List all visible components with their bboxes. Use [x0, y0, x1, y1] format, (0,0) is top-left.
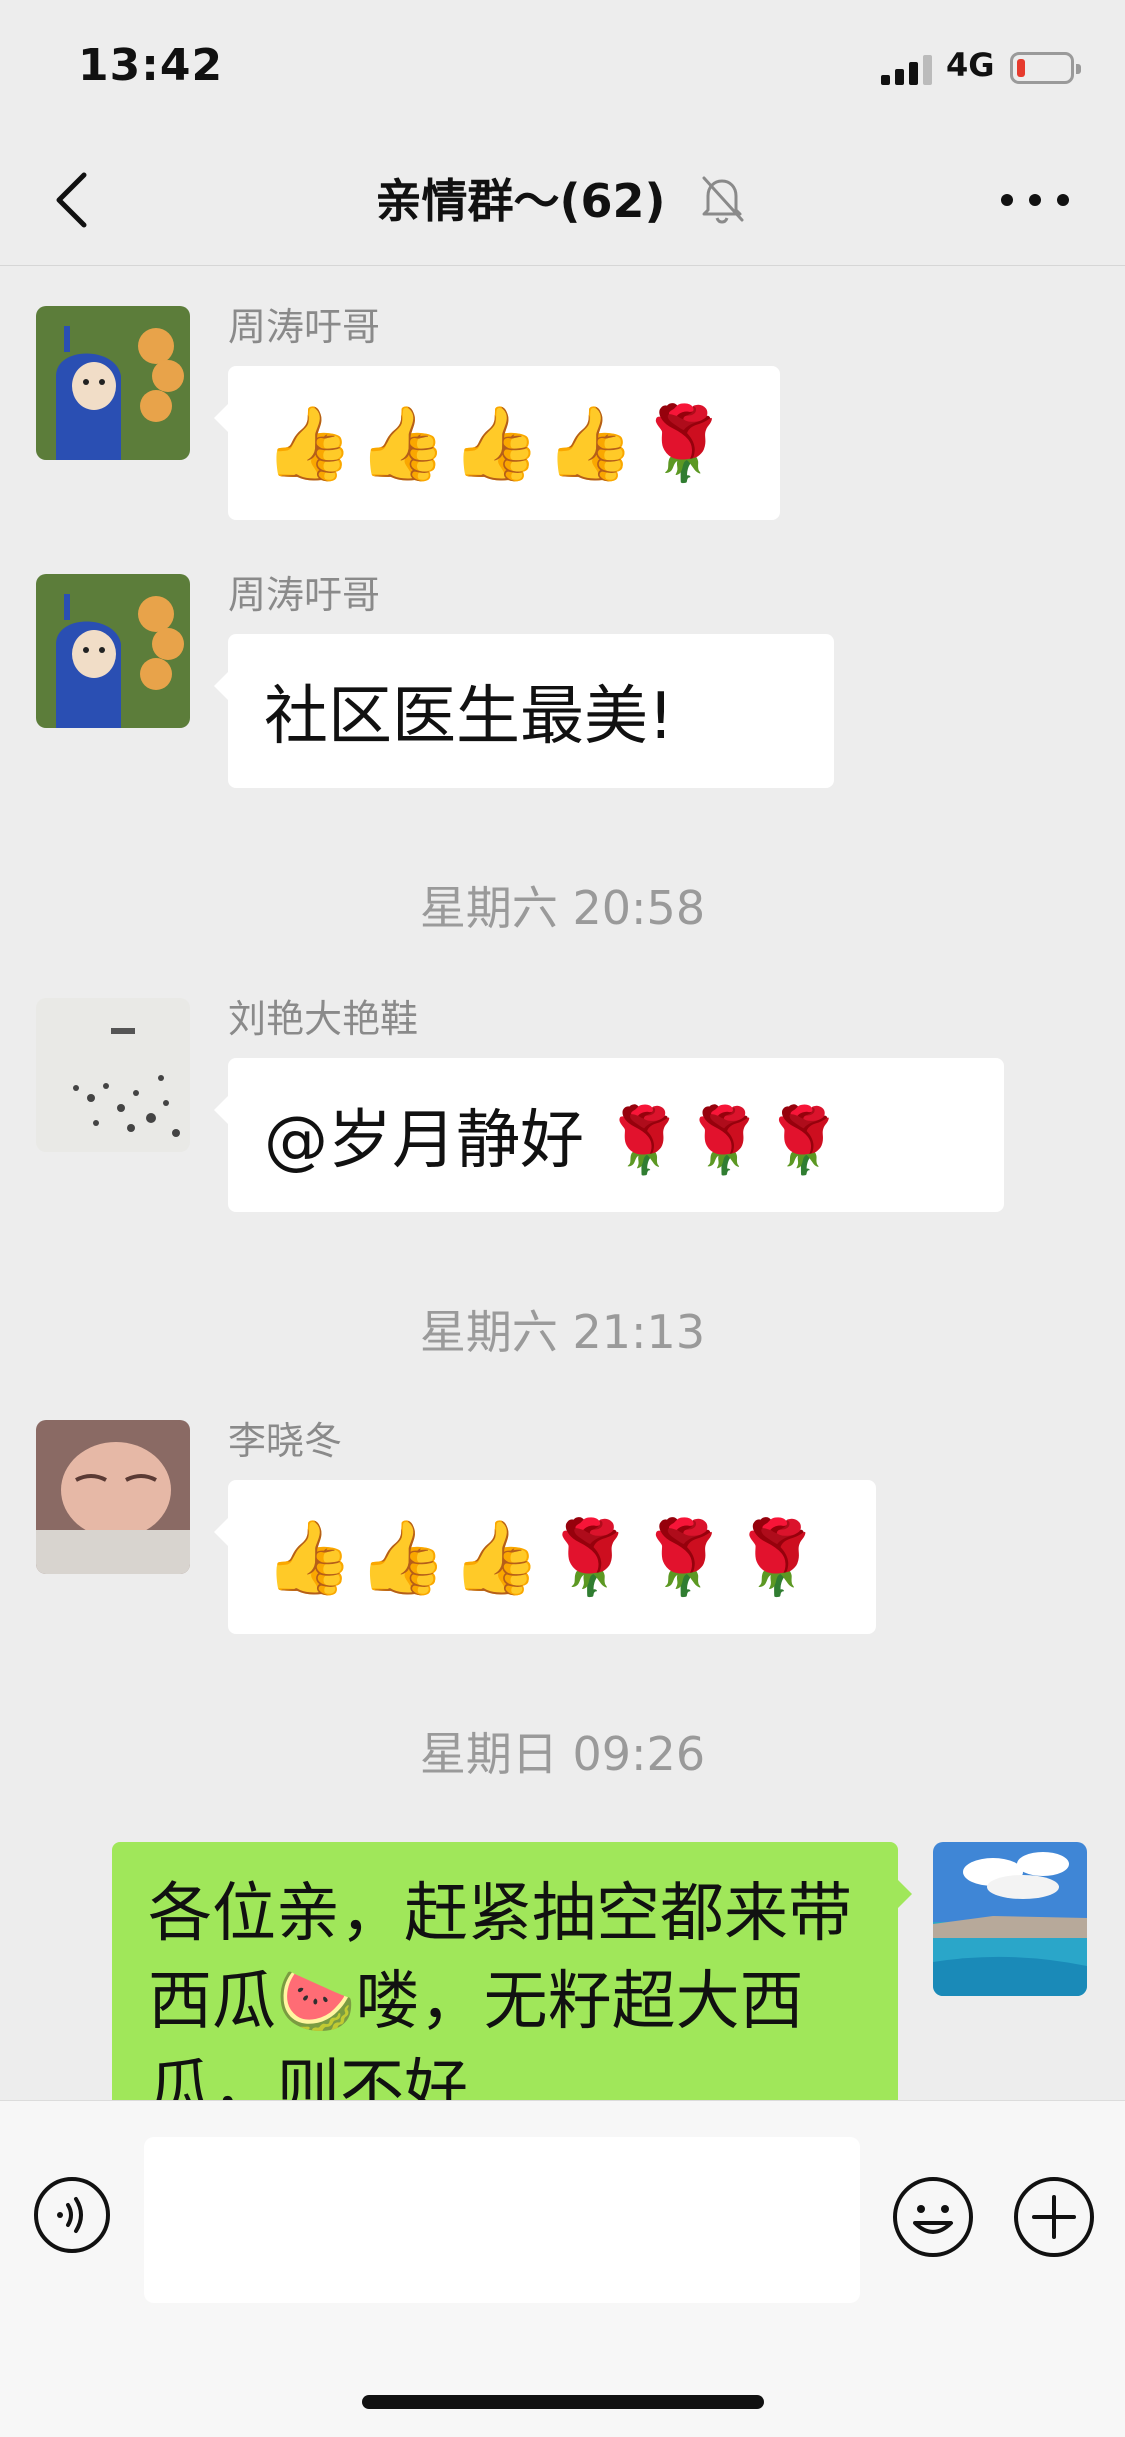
- timestamp: 星期六 20:58: [419, 881, 706, 935]
- chat-title-text: 亲情群～(62): [375, 174, 666, 228]
- input-bar: [0, 2100, 1125, 2437]
- avatar-sketch-image: [36, 998, 190, 1152]
- avatar-seaside-image: [933, 1842, 1087, 1996]
- avatar[interactable]: [36, 1420, 190, 1574]
- sender-name: 刘艳大艳鞋: [228, 997, 419, 1041]
- message-bubble[interactable]: 👍👍👍🌹🌹🌹: [214, 1480, 876, 1634]
- message-text: 👍👍👍🌹🌹🌹: [264, 1514, 826, 1599]
- chat-area[interactable]: 周涛吁哥 👍👍👍👍🌹 周涛吁哥 社区医生最美! 星期六 20:58 刘艳大艳鞋 …: [0, 266, 1125, 2100]
- voice-icon[interactable]: [32, 2175, 112, 2255]
- avatar[interactable]: [36, 574, 190, 728]
- message-text: 各位亲，赶紧抽空都来带西瓜🍉喽，无籽超大西瓜，则不好: [148, 1877, 852, 2100]
- more-icon[interactable]: [995, 175, 1075, 225]
- my-message-bubble[interactable]: 各位亲，赶紧抽空都来带西瓜🍉喽，无籽超大西瓜，则不好: [112, 1842, 912, 2100]
- status-time: 13:42: [78, 40, 224, 91]
- message-text: 👍👍👍👍🌹: [264, 400, 733, 485]
- avatar-tinky-image: [36, 574, 190, 728]
- chat-title: 亲情群～(62): [0, 165, 1125, 231]
- sender-name: 周涛吁哥: [228, 573, 381, 617]
- battery-icon: [1010, 52, 1081, 84]
- avatar-child-photo: [36, 1420, 190, 1574]
- plus-icon[interactable]: [1012, 2175, 1096, 2259]
- message-input[interactable]: [144, 2137, 860, 2303]
- sender-name: 周涛吁哥: [228, 305, 381, 349]
- my-avatar[interactable]: [933, 1842, 1087, 1996]
- timestamp: 星期日 09:26: [419, 1727, 706, 1781]
- mute-bell-icon: [702, 176, 744, 224]
- message-text: 社区医生最美!: [264, 680, 674, 754]
- home-indicator[interactable]: [362, 2395, 764, 2409]
- avatar[interactable]: [36, 306, 190, 460]
- network-label: 4G: [946, 46, 995, 84]
- sender-name: 李晓冬: [228, 1419, 343, 1463]
- emoji-icon[interactable]: [891, 2175, 975, 2259]
- nav-bar: 亲情群～(62): [0, 135, 1125, 266]
- timestamp: 星期六 21:13: [419, 1305, 706, 1359]
- message-text: @岁月静好 🌹🌹🌹: [264, 1104, 844, 1178]
- message-bubble[interactable]: 社区医生最美!: [214, 634, 834, 788]
- avatar-tinky-image: [36, 306, 190, 460]
- message-bubble[interactable]: @岁月静好 🌹🌹🌹: [214, 1058, 1004, 1212]
- signal-icon: [881, 53, 933, 85]
- message-bubble[interactable]: 👍👍👍👍🌹: [214, 366, 780, 520]
- avatar[interactable]: [36, 998, 190, 1152]
- status-bar: 13:42 4G: [0, 0, 1125, 135]
